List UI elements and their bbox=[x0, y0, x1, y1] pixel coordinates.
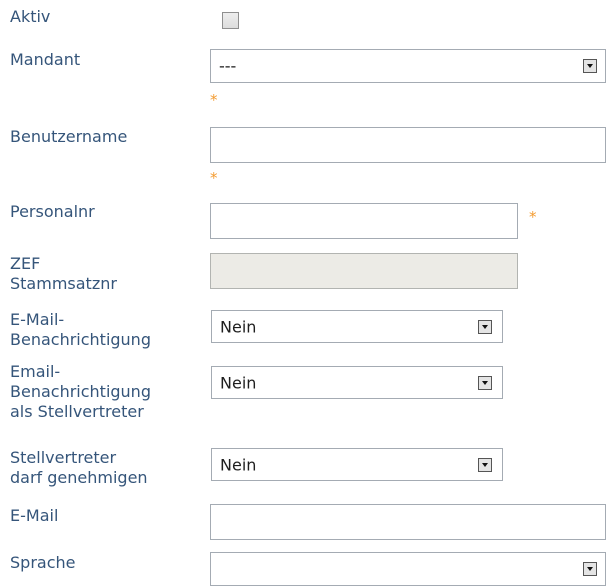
label-email-benachr-line1: E-Mail- bbox=[10, 310, 65, 329]
label-benutzername: Benutzername bbox=[10, 127, 128, 146]
email-stell-selected-value: Nein bbox=[220, 373, 257, 392]
email-input[interactable] bbox=[210, 504, 606, 540]
label-mandant: Mandant bbox=[10, 50, 81, 69]
label-zef-line2: Stammsatznr bbox=[10, 274, 117, 293]
email-benachr-selected-value: Nein bbox=[220, 317, 257, 336]
stell-gen-selected-value: Nein bbox=[220, 455, 257, 474]
chevron-down-icon[interactable] bbox=[583, 562, 597, 576]
email-benachrichtigung-select[interactable]: Nein bbox=[211, 310, 503, 343]
label-email-stell-line2: Benachrichtigung bbox=[10, 382, 151, 401]
zef-stammsatznr-input bbox=[210, 253, 518, 289]
label-email-benachrichtigung: E-Mail- Benachrichtigung bbox=[10, 310, 151, 350]
chevron-down-icon[interactable] bbox=[478, 375, 492, 390]
chevron-down-icon[interactable] bbox=[478, 319, 492, 334]
mandant-selected-value: --- bbox=[219, 56, 237, 76]
label-personalnr: Personalnr bbox=[10, 202, 95, 221]
email-stellvertreter-select[interactable]: Nein bbox=[211, 366, 503, 399]
benutzername-input[interactable] bbox=[210, 127, 606, 163]
aktiv-checkbox[interactable] bbox=[222, 12, 239, 29]
label-email-stell-line1: Email- bbox=[10, 362, 61, 381]
label-email-stellvertreter: Email- Benachrichtigung als Stellvertret… bbox=[10, 362, 151, 422]
label-sprache: Sprache bbox=[10, 553, 76, 572]
label-stell-gen-line1: Stellvertreter bbox=[10, 448, 117, 467]
label-stellvertreter-genehmigen: Stellvertreter darf genehmigen bbox=[10, 448, 148, 488]
label-email: E-Mail bbox=[10, 506, 59, 525]
stellvertreter-genehmigen-select[interactable]: Nein bbox=[211, 448, 503, 481]
chevron-down-icon[interactable] bbox=[478, 457, 492, 472]
label-email-benachr-line2: Benachrichtigung bbox=[10, 330, 151, 349]
label-zef-stammsatznr: ZEF Stammsatznr bbox=[10, 254, 117, 294]
chevron-down-icon[interactable] bbox=[583, 59, 597, 73]
personalnr-required-icon: * bbox=[529, 208, 537, 226]
sprache-select[interactable] bbox=[210, 552, 606, 586]
label-email-stell-line3: als Stellvertreter bbox=[10, 402, 144, 421]
mandant-select[interactable]: --- bbox=[210, 49, 606, 83]
label-aktiv: Aktiv bbox=[10, 7, 51, 26]
label-zef-line1: ZEF bbox=[10, 254, 41, 273]
benutzername-required-icon: * bbox=[210, 169, 218, 187]
mandant-required-icon: * bbox=[210, 91, 218, 109]
label-stell-gen-line2: darf genehmigen bbox=[10, 468, 148, 487]
personalnr-input[interactable] bbox=[210, 203, 518, 239]
